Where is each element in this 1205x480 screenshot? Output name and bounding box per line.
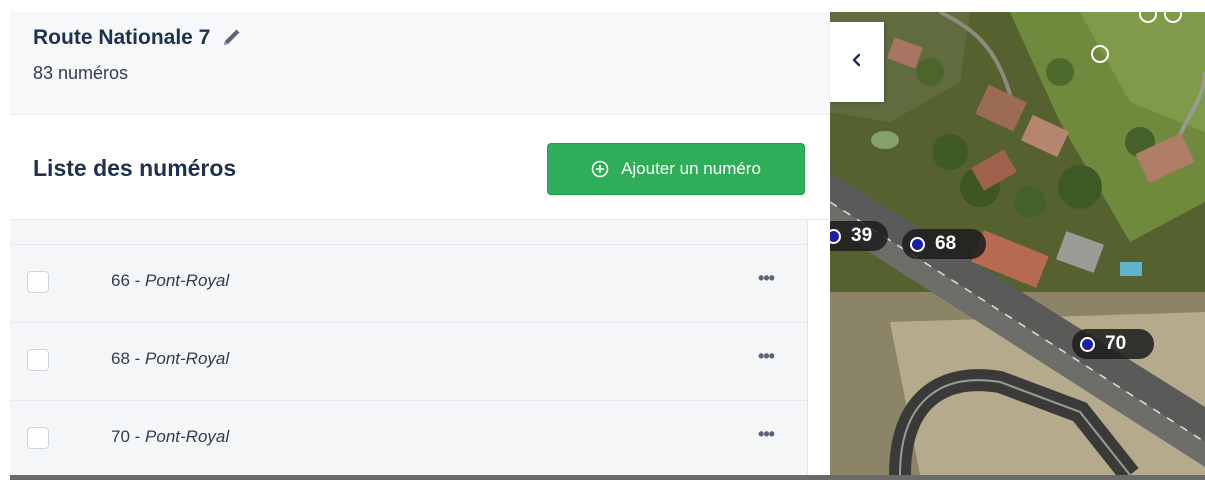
marker-label: 70	[1105, 333, 1127, 354]
add-number-label: Ajouter un numéro	[621, 159, 761, 178]
street-count: 83 numéros	[33, 63, 129, 83]
add-number-button[interactable]: Ajouter un numéro	[547, 143, 805, 195]
row-separator: -	[129, 349, 146, 368]
list-item[interactable]: 70 - Pont-Royal •••	[10, 400, 807, 475]
row-checkbox[interactable]	[27, 427, 49, 449]
row-place: Pont-Royal	[145, 271, 230, 290]
street-name: Route Nationale 7	[33, 26, 211, 49]
list-item[interactable]: 68 - Pont-Royal •••	[10, 322, 807, 401]
list-item[interactable]: 66 - Pont-Royal •••	[10, 244, 807, 323]
row-label: 66 - Pont-Royal	[111, 271, 229, 291]
list-title: Liste des numéros	[33, 155, 237, 181]
map-imagery	[830, 12, 1205, 475]
row-checkbox[interactable]	[27, 271, 49, 293]
marker-label: 39	[851, 225, 873, 246]
map-marker[interactable]: 70	[1072, 329, 1154, 359]
more-options-icon[interactable]: •••	[746, 424, 786, 448]
row-number: 68	[111, 349, 130, 368]
collapse-panel-button[interactable]	[830, 22, 884, 102]
row-number: 70	[111, 427, 130, 446]
pencil-icon[interactable]	[220, 27, 242, 49]
marker-label: 68	[935, 233, 957, 254]
number-list: 66 - Pont-Royal ••• 68 - Pont-Royal ••• …	[10, 220, 808, 475]
marker-dot	[1080, 336, 1095, 352]
row-separator: -	[129, 271, 146, 290]
more-options-icon[interactable]: •••	[746, 346, 786, 370]
marker-dot	[830, 228, 841, 244]
map-marker[interactable]: 68	[902, 229, 986, 259]
row-place: Pont-Royal	[145, 427, 230, 446]
list-header: Liste des numéros Ajouter un numéro	[10, 115, 830, 220]
marker-dot	[910, 236, 925, 252]
street-panel: Route Nationale 7 83 numéros Liste des n…	[10, 12, 830, 475]
street-header: Route Nationale 7 83 numéros	[10, 12, 830, 115]
bottom-divider	[10, 475, 1205, 480]
row-number: 66	[111, 271, 130, 290]
street-title: Route Nationale 7	[33, 26, 242, 50]
row-place: Pont-Royal	[145, 349, 230, 368]
row-label: 68 - Pont-Royal	[111, 349, 229, 369]
chevron-left-icon	[850, 53, 864, 72]
more-options-icon[interactable]: •••	[746, 268, 786, 292]
row-label: 70 - Pont-Royal	[111, 427, 229, 447]
plus-circle-icon	[591, 160, 609, 178]
row-checkbox[interactable]	[27, 349, 49, 371]
row-separator: -	[129, 427, 146, 446]
map-marker[interactable]: 39	[830, 221, 888, 251]
satellite-map[interactable]: 39 68 70	[830, 12, 1205, 475]
